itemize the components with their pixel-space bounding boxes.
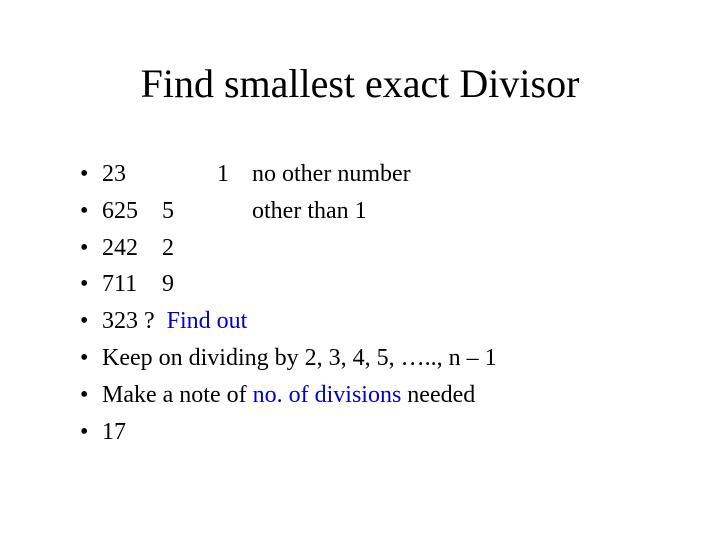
value-number: 23 bbox=[102, 157, 162, 192]
bullet-content: 231no other number bbox=[102, 157, 411, 192]
bullet-icon: • bbox=[80, 231, 102, 266]
bullet-content: Make a note of no. of divisions needed bbox=[102, 378, 475, 413]
slide-title: Find smallest exact Divisor bbox=[50, 60, 670, 107]
bullet-icon: • bbox=[80, 157, 102, 192]
value-number: 242 bbox=[102, 231, 162, 266]
value-divisor: 5 bbox=[162, 194, 252, 229]
value-divisor: 1 bbox=[162, 157, 252, 192]
bullet-content: 7119 bbox=[102, 267, 252, 302]
bullet-icon: • bbox=[80, 194, 102, 229]
value-divisor: 9 bbox=[162, 267, 252, 302]
value-note: no other number bbox=[252, 157, 411, 192]
list-item: • 6255other than 1 bbox=[80, 194, 670, 229]
bullet-icon: • bbox=[80, 341, 102, 376]
value-number: 625 bbox=[102, 194, 162, 229]
bullet-icon: • bbox=[80, 267, 102, 302]
value-number: 711 bbox=[102, 267, 162, 302]
bullet-content: 6255other than 1 bbox=[102, 194, 367, 229]
list-item: • Keep on dividing by 2, 3, 4, 5, ….., n… bbox=[80, 341, 670, 376]
value-note: other than 1 bbox=[252, 194, 367, 229]
bullet-content: 2422 bbox=[102, 231, 252, 266]
bullet-icon: • bbox=[80, 378, 102, 413]
list-item: • 323 ? Find out bbox=[80, 304, 670, 339]
text-highlight: no. of divisions bbox=[253, 382, 402, 408]
text-suffix: needed bbox=[401, 382, 475, 408]
text-prefix: Make a note of bbox=[102, 382, 253, 408]
list-item: • 7119 bbox=[80, 267, 670, 302]
find-out-link[interactable]: Find out bbox=[167, 308, 248, 334]
bullet-icon: • bbox=[80, 415, 102, 450]
list-item: • 17 bbox=[80, 415, 670, 450]
value-divisor: 2 bbox=[162, 231, 252, 266]
bullet-list: • 231no other number • 6255other than 1 … bbox=[50, 157, 670, 449]
list-item: • 231no other number bbox=[80, 157, 670, 192]
bullet-content: 17 bbox=[102, 415, 126, 450]
bullet-icon: • bbox=[80, 304, 102, 339]
list-item: • Make a note of no. of divisions needed bbox=[80, 378, 670, 413]
value-text: 323 ? bbox=[102, 308, 167, 334]
bullet-content: 323 ? Find out bbox=[102, 304, 247, 339]
bullet-content: Keep on dividing by 2, 3, 4, 5, ….., n –… bbox=[102, 341, 497, 376]
list-item: • 2422 bbox=[80, 231, 670, 266]
